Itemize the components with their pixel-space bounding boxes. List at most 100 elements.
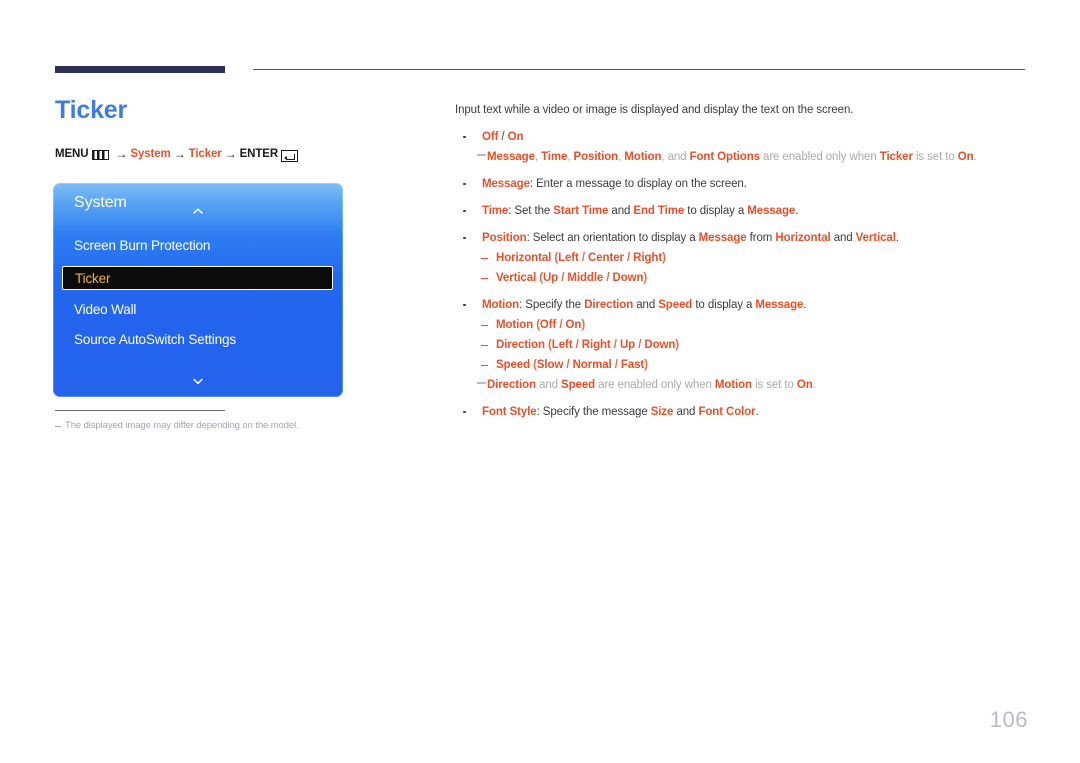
term-highlight: Speed [496,359,531,371]
text-run: : Enter a message to display on the scre… [529,178,747,190]
term-highlight: Down [644,339,676,351]
term-highlight: Motion [496,319,534,331]
term-highlight: Position [482,232,527,244]
term-highlight: Position [573,151,619,163]
term-highlight: Vertical [855,232,896,244]
osd-panel-title: System [74,194,127,211]
term-highlight: Motion [482,299,520,311]
term-highlight: Message [487,151,535,163]
text-run: and [633,299,659,311]
sub-bullet-item: Direction (Left / Right / Up / Down) [455,335,1035,355]
sub-bullet-item: Motion (Off / On) [455,315,1035,335]
text-run: ( [544,339,552,351]
text-run: ( [530,359,537,371]
text-run: , and [661,151,690,163]
breadcrumb-step-system[interactable]: System [130,148,170,160]
chevron-down-icon[interactable] [192,375,205,388]
term-highlight: Right [581,339,611,351]
text-run: to display a [684,205,748,217]
text-run: is set to [912,151,958,163]
term-highlight: On [957,151,974,163]
sub-bullet-dash-icon [481,364,488,366]
bullet-item: Font Style: Specify the message Size and… [455,402,1035,422]
term-highlight: Vertical [496,272,537,284]
text-run: and [535,379,562,391]
term-highlight: Direction [487,379,536,391]
breadcrumb-step-ticker[interactable]: Ticker [189,148,222,160]
term-highlight: Size [650,406,674,418]
term-highlight: On [565,319,582,331]
sub-bullet-item: Speed (Slow / Normal / Fast) [455,355,1035,375]
text-run: / [635,339,645,351]
text-run: : Specify the message [536,406,651,418]
bullet-item: Message: Enter a message to display on t… [455,174,1035,194]
text-run: . [755,406,759,418]
sub-bullet-dash-icon [481,257,488,259]
bullet-dot-icon [463,410,466,414]
footnote-divider [55,410,225,411]
text-run: from [746,232,776,244]
text-run: ) [643,272,648,284]
header-rules [0,0,1080,80]
text-run: are enabled only when [595,379,715,391]
term-highlight: Ticker [879,151,913,163]
description-blocks: Off / On Message, Time, Position, Motion,… [455,127,1035,422]
sub-bullet-dash-icon [481,324,488,326]
osd-item-ticker[interactable]: Ticker [62,266,333,290]
breadcrumb-arrow-2: → [173,146,186,161]
text-run: . [803,299,807,311]
text-run: : Select an orientation to display a [526,232,699,244]
term-highlight: Center [588,252,624,264]
text-run: / [498,131,508,143]
footnote-block: The displayed image may differ depending… [55,410,385,431]
term-highlight: Fast [620,359,645,371]
text-run: / [610,339,620,351]
left-column: Ticker MENU → System → Ticker → ENTER [55,95,425,162]
term-highlight: Middle [567,272,604,284]
text-run: ) [581,319,586,331]
bullet-item: Time: Set the Start Time and End Time to… [455,201,1035,221]
osd-item-video-wall[interactable]: Video Wall [53,295,343,325]
bullet-dot-icon [463,135,466,139]
term-highlight: Message [755,299,804,311]
term-highlight: Slow [536,359,564,371]
term-highlight: Font Options [689,151,760,163]
term-highlight: Motion [714,379,752,391]
text-run: is set to [751,379,797,391]
footnote-text: The displayed image may differ depending… [65,420,299,431]
term-highlight: Up [619,339,636,351]
term-highlight: Speed [658,299,693,311]
header-rule-thick [55,66,225,73]
text-run: . [795,205,799,217]
term-highlight: Time [541,151,568,163]
term-highlight: Direction [584,299,634,311]
text-run: / [603,272,613,284]
menu-grid-icon [92,150,110,160]
page-number: 106 [989,707,1028,732]
term-highlight: Font Color [698,406,756,418]
osd-item-list: Screen Burn Protection Ticker Video Wall… [53,231,343,355]
text-run: ) [675,339,680,351]
bullet-dot-icon [463,182,466,186]
text-run: and [673,406,699,418]
term-highlight: Time [482,205,509,217]
text-run: / [563,359,573,371]
osd-item-source-autoswitch-settings[interactable]: Source AutoSwitch Settings [53,325,343,355]
enter-return-icon [281,150,299,162]
header-rule-thin [253,69,1025,71]
term-highlight: Off [539,319,557,331]
note-dash-icon [477,382,486,384]
sub-bullet-item: Horizontal (Left / Center / Right) [455,248,1035,268]
text-run: and [608,205,634,217]
right-column: Input text while a video or image is dis… [455,100,1035,422]
enter-label: ENTER [239,148,279,160]
term-highlight: Up [542,272,559,284]
term-highlight: Down [612,272,644,284]
term-highlight: Font Style [482,406,537,418]
chevron-up-icon[interactable] [192,205,205,218]
osd-item-screen-burn-protection[interactable]: Screen Burn Protection [53,231,343,261]
